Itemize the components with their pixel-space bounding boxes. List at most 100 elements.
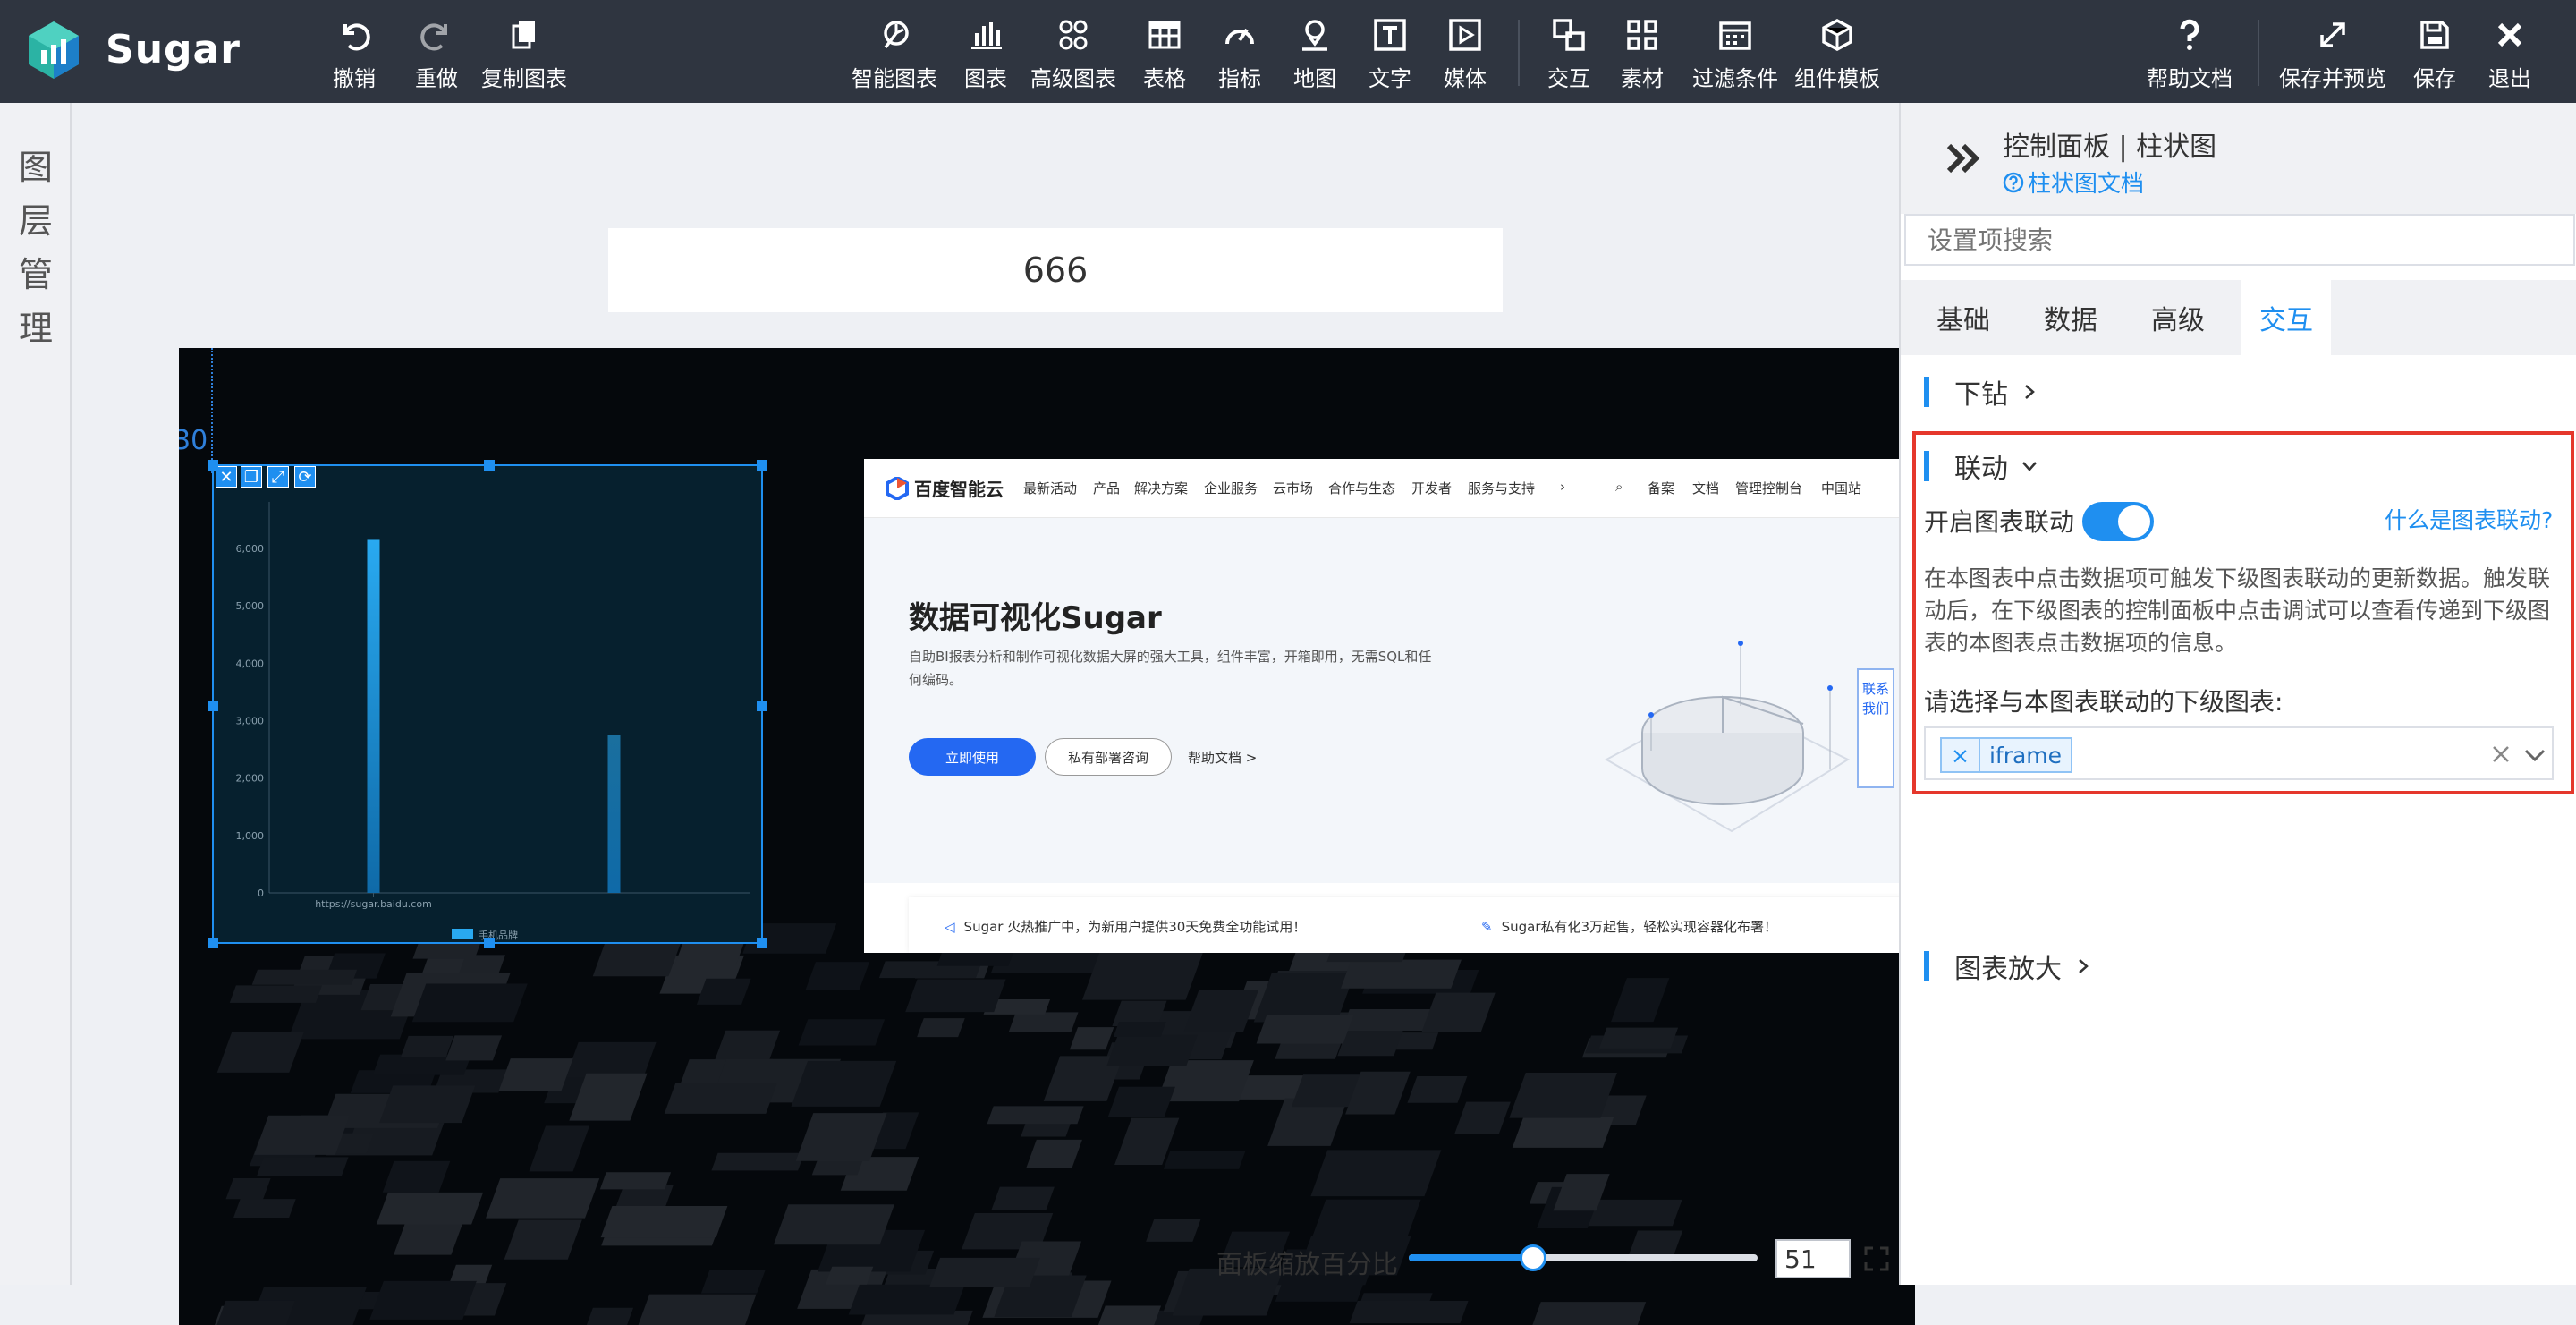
site-nav-item[interactable]: 解决方案	[1134, 479, 1188, 497]
chevron-down-icon[interactable]	[2523, 744, 2546, 766]
exit-button[interactable]: 退出	[2488, 14, 2531, 97]
undo-button[interactable]: 撤销	[333, 14, 376, 97]
control-panel: 控制面板 | 柱状图 柱状图文档 基础 数据 高级 交互 下钻 联动 开启图表联…	[1899, 103, 2576, 1285]
site-logo[interactable]: 百度智能云	[886, 475, 1004, 501]
site-navbar: 百度智能云 最新活动 产品 解决方案 企业服务 云市场 合作与生态 开发者 服务…	[864, 459, 1903, 518]
media-button[interactable]: 媒体	[1444, 14, 1487, 97]
dashboard-screen[interactable]: 30 0 1,000 2,000 3,000 4,000 5,000 6,000 https:…	[179, 348, 1915, 1325]
zoom-percent-input[interactable]	[1775, 1239, 1851, 1278]
save-button[interactable]: 保存	[2413, 14, 2456, 97]
tab-interaction[interactable]: 交互	[2241, 280, 2331, 355]
delete-component-icon[interactable]: ✕	[216, 466, 237, 488]
advanced-chart-icon	[1053, 14, 1094, 55]
metric-button[interactable]: 指标	[1218, 14, 1261, 97]
interaction-icon	[1548, 14, 1589, 55]
site-nav-item[interactable]: 开发者	[1411, 479, 1452, 497]
y-tick-label: 5,000	[236, 600, 265, 612]
site-notice-item[interactable]: ✎ Sugar私有化3万起售，轻松实现容器化布署！	[1481, 917, 1777, 936]
zoom-label: 面板缩放百分比	[1216, 1249, 1399, 1279]
assets-button[interactable]: 素材	[1621, 14, 1664, 97]
redo-button[interactable]: 重做	[415, 14, 458, 97]
resize-handle-w[interactable]	[208, 701, 218, 711]
site-nav-item[interactable]: 中国站	[1821, 479, 1861, 497]
iframe-component[interactable]: 百度智能云 最新活动 产品 解决方案 企业服务 云市场 合作与生态 开发者 服务…	[864, 459, 1903, 953]
linked-chart-select[interactable]: × iframe	[1924, 726, 2554, 780]
top-toolbar: Sugar 撤销 重做 复制图表 智能图表 图表 高级图表 表格 指标 地图 文…	[0, 0, 2576, 103]
pie-illustration-image	[1604, 641, 1851, 833]
site-nav-item[interactable]: 管理控制台	[1735, 479, 1802, 497]
site-notice-item[interactable]: ◁ Sugar 火热推广中，为新用户提供30天免费全功能试用！	[945, 917, 1306, 936]
site-nav-more-icon[interactable]: ›	[1560, 479, 1565, 495]
zoom-slider[interactable]	[1409, 1244, 1758, 1271]
layer-management-panel[interactable]: 图层管理	[0, 103, 72, 1285]
site-consult-button[interactable]: 私有部署咨询	[1045, 738, 1172, 776]
collapse-panel-icon[interactable]	[1944, 137, 1987, 180]
resize-handle-s[interactable]	[484, 938, 495, 948]
linkage-toggle-label: 开启图表联动	[1924, 507, 2075, 537]
what-is-linkage-link[interactable]: 什么是图表联动?	[2385, 503, 2553, 535]
map-button[interactable]: 地图	[1293, 14, 1336, 97]
y-tick-label: 0	[258, 888, 264, 899]
toolbar-divider	[1518, 20, 1520, 86]
resize-handle-e[interactable]	[757, 701, 767, 711]
tab-basic[interactable]: 基础	[1901, 280, 2026, 355]
site-nav-item[interactable]: 合作与生态	[1328, 479, 1395, 497]
chevron-right-icon	[2025, 385, 2035, 399]
drilldown-section[interactable]: 下钻	[1924, 372, 2038, 412]
linkage-toggle-switch[interactable]	[2082, 502, 2154, 541]
copy-icon	[504, 14, 545, 55]
legend-swatch	[452, 929, 473, 939]
resize-handle-nw[interactable]	[208, 460, 218, 471]
site-nav-item[interactable]: 文档	[1692, 479, 1719, 497]
smart-chart-button[interactable]: 智能图表	[852, 14, 937, 97]
site-use-now-button[interactable]: 立即使用	[909, 738, 1036, 776]
linkage-section-header[interactable]: 联动	[1924, 446, 2038, 486]
site-nav-item[interactable]: 企业服务	[1204, 479, 1258, 497]
text-button[interactable]: 文字	[1368, 14, 1411, 97]
copy-chart-button[interactable]: 复制图表	[481, 14, 567, 97]
site-nav-item[interactable]: 产品	[1093, 479, 1120, 497]
bar-chart-doc-link[interactable]: 柱状图文档	[2003, 166, 2144, 199]
cube-icon	[1817, 14, 1858, 55]
fullscreen-component-icon[interactable]: ⤢	[267, 466, 289, 488]
resize-handle-se[interactable]	[757, 938, 767, 948]
bar	[607, 735, 621, 893]
chart-zoom-section[interactable]: 图表放大	[1924, 947, 2092, 986]
refresh-component-icon[interactable]: ⟳	[294, 466, 316, 488]
control-panel-header: 控制面板 | 柱状图 柱状图文档	[1901, 103, 2576, 214]
fullscreen-icon[interactable]	[1863, 1245, 1890, 1272]
site-notice-bar: ◁ Sugar 火热推广中，为新用户提供30天免费全功能试用！ ✎ Sugar私有化…	[909, 897, 1903, 953]
table-button[interactable]: 表格	[1143, 14, 1186, 97]
gauge-icon	[1219, 14, 1260, 55]
site-nav-item[interactable]: 备案	[1648, 479, 1674, 497]
settings-search-input[interactable]	[1904, 214, 2575, 266]
clear-selection-icon[interactable]	[2489, 743, 2512, 766]
resize-handle-sw[interactable]	[208, 938, 218, 948]
toggle-knob	[2118, 505, 2150, 538]
resize-handle-ne[interactable]	[757, 460, 767, 471]
site-nav-item[interactable]: 最新活动	[1023, 479, 1077, 497]
site-help-link[interactable]: 帮助文档 >	[1188, 748, 1257, 767]
site-nav-item[interactable]: 云市场	[1273, 479, 1313, 497]
advanced-chart-button[interactable]: 高级图表	[1030, 14, 1116, 97]
bar-chart-component[interactable]: 0 1,000 2,000 3,000 4,000 5,000 6,000 https://s…	[208, 460, 767, 948]
tab-advanced[interactable]: 高级	[2115, 280, 2241, 355]
site-search-icon[interactable]: ⌕	[1615, 479, 1623, 495]
save-preview-button[interactable]: 保存并预览	[2279, 14, 2386, 97]
x-tick-label: https://sugar.baidu.com	[315, 898, 432, 910]
tab-data[interactable]: 数据	[2008, 280, 2133, 355]
resize-handle-n[interactable]	[484, 460, 495, 471]
component-template-button[interactable]: 组件模板	[1794, 14, 1880, 97]
control-panel-tabs: 基础 数据 高级 交互	[1901, 280, 2576, 355]
copy-component-icon[interactable]: ❐	[241, 466, 262, 488]
site-contact-us-button[interactable]: 联系我们	[1857, 668, 1894, 788]
remove-tag-icon[interactable]: ×	[1942, 739, 1980, 771]
interaction-button[interactable]: 交互	[1547, 14, 1590, 97]
site-nav-item[interactable]: 服务与支持	[1468, 479, 1535, 497]
y-tick-label: 4,000	[236, 658, 265, 669]
filter-button[interactable]: 过滤条件	[1692, 14, 1778, 97]
help-doc-button[interactable]: 帮助文档	[2147, 14, 2233, 97]
chart-button[interactable]: 图表	[964, 14, 1007, 97]
play-icon	[1445, 14, 1486, 55]
canvas-title-text[interactable]: 666	[608, 228, 1503, 312]
